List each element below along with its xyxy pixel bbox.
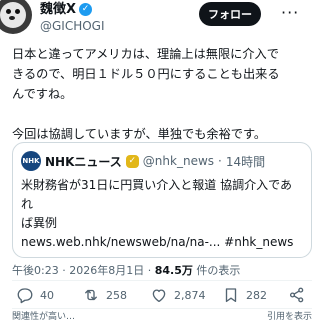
divider — [12, 280, 312, 281]
action-bar: 40 258 2,874 282 — [0, 286, 320, 308]
reply-count: 40 — [40, 288, 54, 302]
display-name[interactable]: 魏徴X — [40, 1, 76, 18]
follow-button[interactable]: フォロー — [199, 2, 261, 26]
view-count-label: 件の表示 — [196, 264, 241, 277]
gold-verified-check-icon: ✓ — [125, 154, 139, 168]
sort-relevance[interactable]: 関連性が高い… — [12, 312, 75, 320]
reply-sort-bar: 関連性が高い… 引用を表示 — [12, 309, 312, 320]
quoted-separator: · — [218, 154, 222, 168]
like-button[interactable]: 2,874 — [150, 286, 206, 304]
quoted-post-text: 米財務省が31日に円買い介入と報道 協調介入であれ ば異例 news.web.n… — [21, 178, 294, 249]
post-timestamp: 午後0:23 · 2026年8月1日 · 84.5万 件の表示 — [12, 262, 240, 278]
view-quotes-link[interactable]: 引用を表示 — [267, 309, 312, 320]
quoted-author-handle: @nhk_news — [142, 154, 215, 168]
author-info: 魏徴X ✓ @GICHOGI — [40, 1, 105, 34]
post-header: 魏徴X ✓ @GICHOGI フォロー ··· — [0, 0, 320, 40]
quoted-post[interactable]: NHK NHKニュース ✓ @nhk_news · 14時間 米財務省が31日に… — [12, 142, 312, 258]
like-count: 2,874 — [174, 288, 206, 302]
post-text: 日本と違ってアメリカは、理論上は無限に介入で きるので、明日１ドル５０円にするこ… — [12, 47, 280, 141]
nhk-logo: NHK — [21, 151, 41, 171]
post-time[interactable]: 午後0:23 — [12, 264, 59, 277]
quoted-author-name: NHKニュース — [45, 154, 122, 169]
repost-count: 258 — [106, 288, 127, 302]
heart-icon — [152, 289, 166, 303]
bookmark-button[interactable]: 282 — [222, 286, 267, 304]
quoted-post-header: NHK NHKニュース ✓ @nhk_news · 14時間 — [21, 151, 265, 171]
reply-button[interactable]: 40 — [16, 286, 54, 304]
timestamp-separator: · — [62, 264, 66, 277]
verified-check-icon: ✓ — [79, 3, 93, 16]
post-date[interactable]: 2026年8月1日 — [69, 264, 144, 277]
repost-icon — [85, 289, 97, 301]
user-handle[interactable]: @GICHOGI — [40, 18, 105, 34]
timestamp-separator: · — [147, 264, 152, 277]
quoted-time: 14時間 — [225, 154, 266, 169]
view-count: 84.5万 — [154, 264, 193, 277]
bookmark-count: 282 — [246, 288, 267, 302]
repost-button[interactable]: 258 — [82, 286, 127, 304]
share-icon — [289, 287, 304, 303]
share-button[interactable] — [288, 286, 306, 304]
avatar[interactable] — [0, 0, 32, 34]
more-options-icon[interactable]: ··· — [281, 3, 299, 22]
bookmark-icon — [225, 288, 237, 303]
reply-icon — [17, 288, 33, 304]
